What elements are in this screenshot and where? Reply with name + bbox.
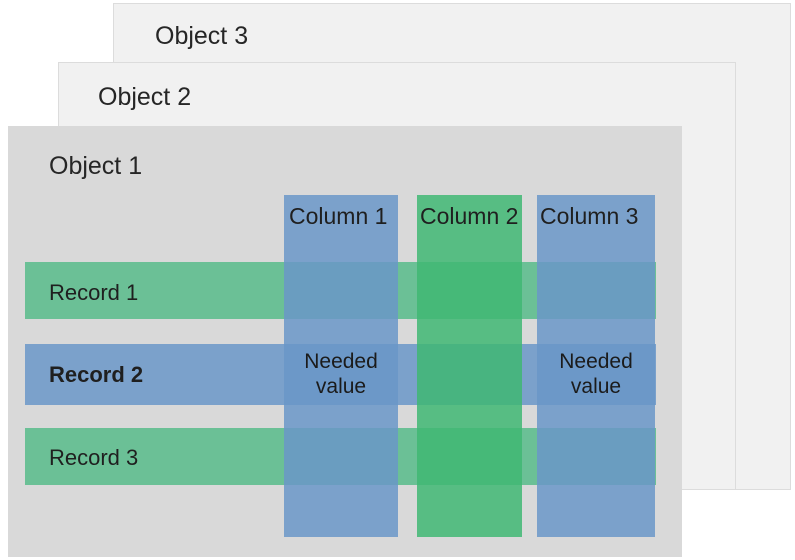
record-label-record-1: Record 1 [49,280,139,305]
column-band-column-2[interactable] [417,195,522,537]
needed-value-cell-line-2: value [570,374,622,398]
needed-value-cell-record-2-column-3[interactable]: Needed value [537,344,655,405]
panel-object-2-title: Object 2 [98,83,192,111]
column-label-column-1: Column 1 [289,203,388,229]
column-label-column-2: Column 2 [420,203,519,229]
record-label-record-3: Record 3 [49,445,139,470]
panel-object-3-title: Object 3 [155,22,249,50]
diagram-canvas: Object 3 Object 2 Object 1 Record 1 Reco… [0,0,795,560]
needed-value-cell-line-1: Needed [304,349,378,373]
needed-value-cell-record-2-column-1[interactable]: Needed value [284,344,398,405]
record-label-record-2: Record 2 [49,362,144,387]
needed-value-cell-line-1: Needed [559,349,633,373]
panel-object-1-title: Object 1 [49,152,143,180]
column-label-column-3: Column 3 [540,203,639,229]
needed-value-cell-line-2: value [315,374,367,398]
